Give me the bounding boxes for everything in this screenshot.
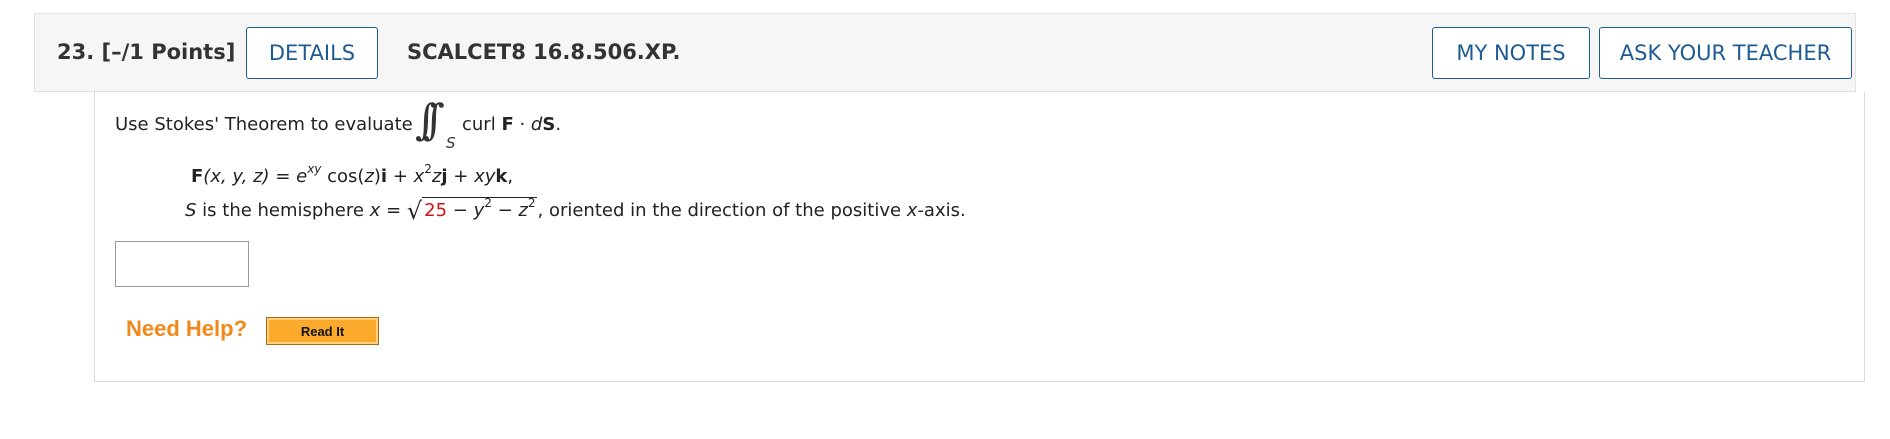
answer-input[interactable] (115, 241, 249, 287)
question-number-points: 23. [–/1 Points] (57, 40, 235, 64)
question-body: Use Stokes' Theorem to evaluate ∫∫ S cur… (94, 91, 1865, 382)
surface-definition: S is the hemisphere x = √ 25 − y2 − z2, o… (185, 196, 966, 225)
ask-your-teacher-button[interactable]: ASK YOUR TEACHER (1599, 27, 1852, 79)
integral-subscript: S (446, 134, 456, 152)
my-notes-button[interactable]: MY NOTES (1432, 27, 1590, 79)
question-number: 23. (57, 40, 95, 64)
integrand: curl F · dS. (462, 114, 562, 135)
square-root: √ 25 − y2 − z2 (406, 196, 538, 225)
read-it-button[interactable]: Read It (266, 317, 379, 345)
question-header: 23. [–/1 Points] DETAILS SCALCET8 16.8.5… (34, 13, 1856, 92)
problem-prompt: Use Stokes' Theorem to evaluate (115, 114, 413, 135)
details-button[interactable]: DETAILS (246, 27, 378, 79)
double-integral-symbol: ∫∫ (415, 95, 445, 144)
need-help-label: Need Help? (126, 316, 248, 341)
points-label: [–/1 Points] (101, 40, 236, 64)
question-code: SCALCET8 16.8.506.XP. (407, 40, 681, 64)
vector-field-definition: F(x, y, z) = exy cos(z)i + x2zj + xyk, (191, 162, 514, 187)
radius-squared-value: 25 (424, 200, 448, 221)
